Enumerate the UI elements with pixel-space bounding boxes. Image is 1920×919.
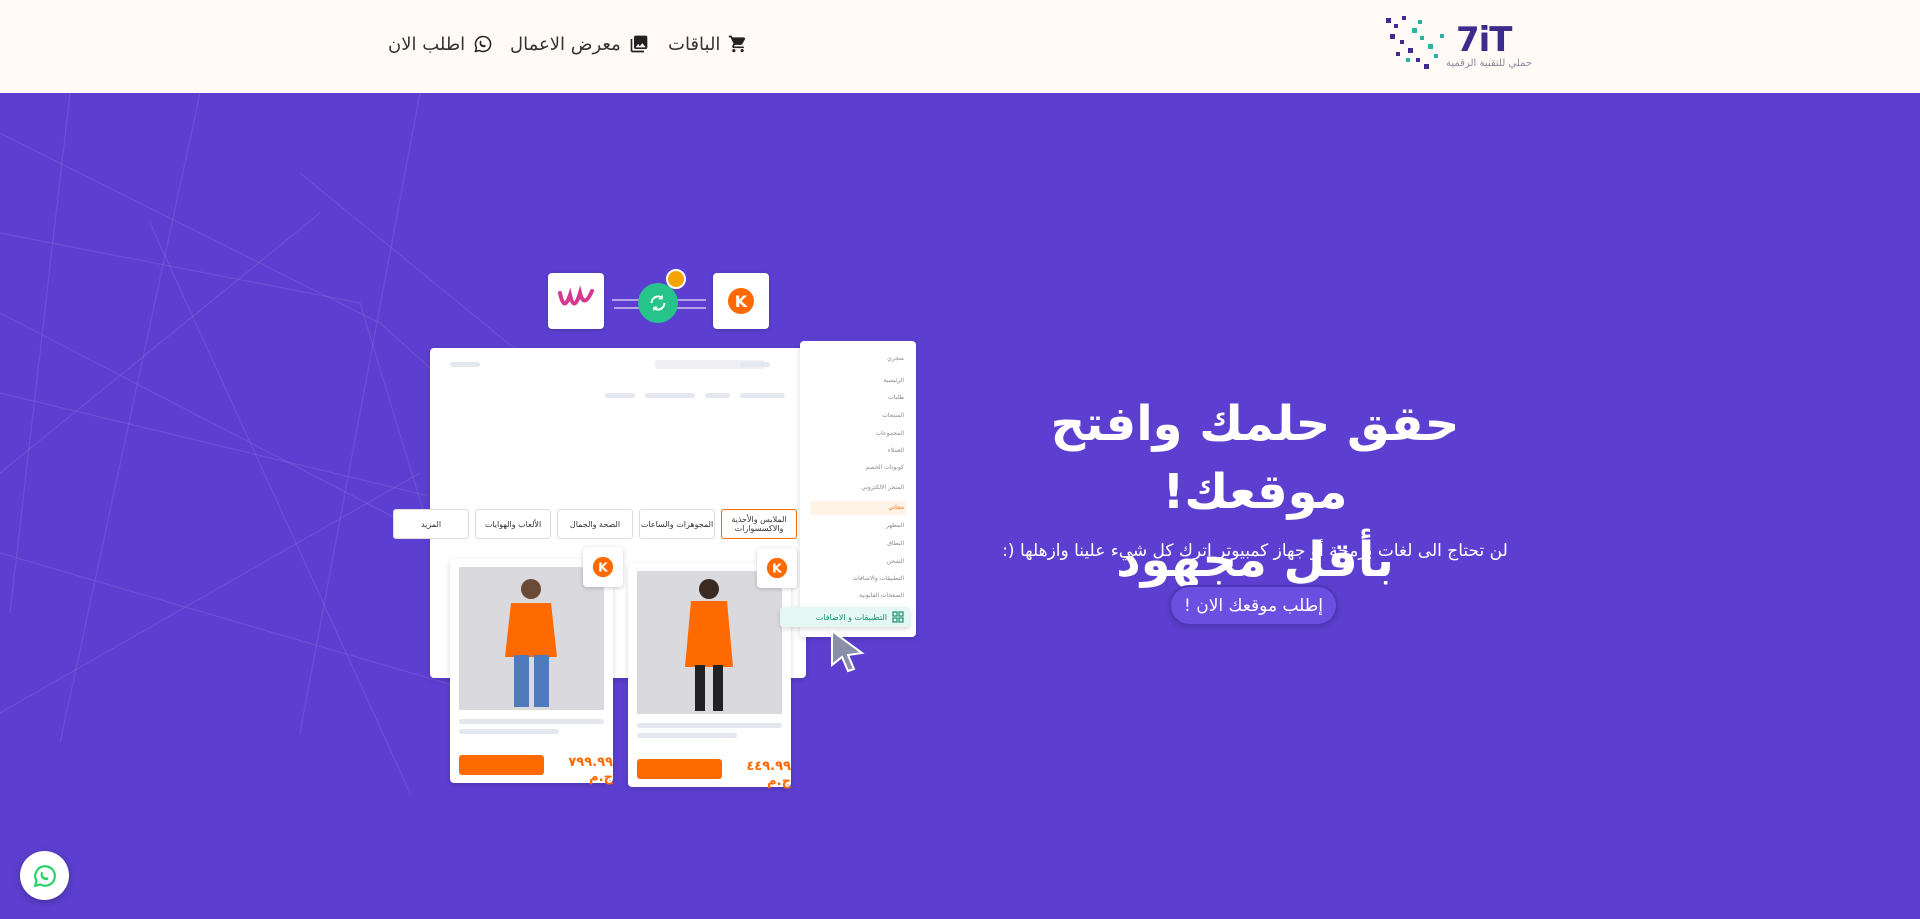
svg-text:K: K: [772, 561, 783, 576]
sidebar-item: المظهر: [886, 522, 904, 529]
sidebar-item: الشحن: [886, 558, 904, 565]
category-chip-jewelry: المجوهرات والساعات: [639, 509, 715, 539]
wuilt-logo-icon: [558, 285, 594, 306]
sidebar-section: المتجر الالكتروني: [861, 484, 904, 491]
category-chip-toys: الألعاب والهوايات: [475, 509, 551, 539]
sidebar-item: الرئيسية: [883, 377, 904, 384]
whatsapp-float-button[interactable]: [20, 851, 69, 900]
product-price: ٤٤٩.٩٩ ج.م: [746, 759, 791, 789]
sidebar-apps-highlight: التطبيقات و الاضافات: [780, 607, 910, 627]
sidebar-item: التطبيقات والاضافات: [852, 575, 904, 582]
sidebar-item: الصفحات القانونية: [859, 592, 904, 599]
hero-title-line1: حقق حلمك وافتح موقعك!: [1050, 396, 1460, 520]
svg-text:K: K: [735, 292, 748, 311]
store-mockup: K الملابس والأحذية والاكسسوارات المجوهرا…: [390, 269, 930, 793]
k-logo: K: [713, 273, 769, 329]
sidebar-item: مجاني: [888, 504, 904, 511]
category-chip-more: المزيد: [393, 509, 469, 539]
logo[interactable]: 7iT حملي للتقنية الرقمية: [1384, 14, 1532, 74]
whatsapp-icon: [33, 864, 56, 887]
nav-order-now[interactable]: اطلب الان: [388, 29, 493, 59]
k-badge: K: [583, 547, 623, 587]
hero-subtitle: لن تحتاج الى لغات برمجة أو جهاز كمبيوتر …: [1002, 541, 1508, 561]
cursor-icon: [831, 629, 865, 673]
sidebar-item: العملاء: [887, 447, 904, 454]
category-chip-clothes: الملابس والأحذية والاكسسوارات: [721, 509, 797, 539]
hero-title: حقق حلمك وافتح موقعك! بأقل مجهود: [960, 390, 1550, 594]
category-chip-health: الصحة والجمال: [557, 509, 633, 539]
svg-text:K: K: [598, 560, 609, 575]
star-icon: [666, 269, 686, 289]
logo-dots-icon: [1386, 16, 1444, 69]
k-badge: K: [757, 548, 797, 588]
grid-icon: [892, 611, 904, 623]
whatsapp-icon: [474, 35, 492, 53]
sidebar-highlight-label: التطبيقات و الاضافات: [815, 612, 887, 622]
hero-section: حقق حلمك وافتح موقعك! بأقل مجهود لن تحتا…: [0, 93, 1920, 919]
sidebar-item: طلبات: [887, 394, 904, 401]
cart-icon: [729, 35, 746, 53]
sidebar-item: المجموعات: [875, 430, 904, 437]
k-logo-icon: K: [728, 288, 754, 314]
sidebar-item: المنتجات: [882, 412, 904, 419]
nav-order-label: اطلب الان: [388, 33, 466, 55]
sidebar-item: كوبونات الخصم: [865, 464, 904, 471]
site-header: 7iT حملي للتقنية الرقمية الباقات معرض ال…: [0, 0, 1920, 93]
product-price: ٧٩٩.٩٩ ج.م: [568, 755, 613, 785]
sidebar-title: متجري: [887, 355, 904, 362]
product-image: [459, 567, 604, 710]
dashboard-sidebar: متجري الرئيسية طلبات المنتجات المجموعات …: [800, 341, 916, 637]
sync-icon: [638, 283, 678, 323]
order-site-button[interactable]: إطلب موقعك الان !: [1169, 585, 1338, 626]
nav-portfolio[interactable]: معرض الاعمال: [510, 29, 649, 59]
logo-text: 7iT: [1456, 20, 1513, 60]
product-image: [637, 571, 782, 714]
nav-packages-label: الباقات: [668, 33, 721, 55]
logo-tagline: حملي للتقنية الرقمية: [1446, 58, 1533, 69]
product-card: ٤٤٩.٩٩ ج.م: [628, 563, 791, 789]
nav-packages[interactable]: الباقات: [668, 29, 748, 59]
nav-portfolio-label: معرض الاعمال: [510, 33, 621, 55]
product-card: ٧٩٩.٩٩ ج.م: [450, 559, 613, 785]
partner-logo: [548, 273, 604, 329]
gallery-icon: [630, 35, 648, 53]
sidebar-item: النطاق: [887, 540, 904, 547]
